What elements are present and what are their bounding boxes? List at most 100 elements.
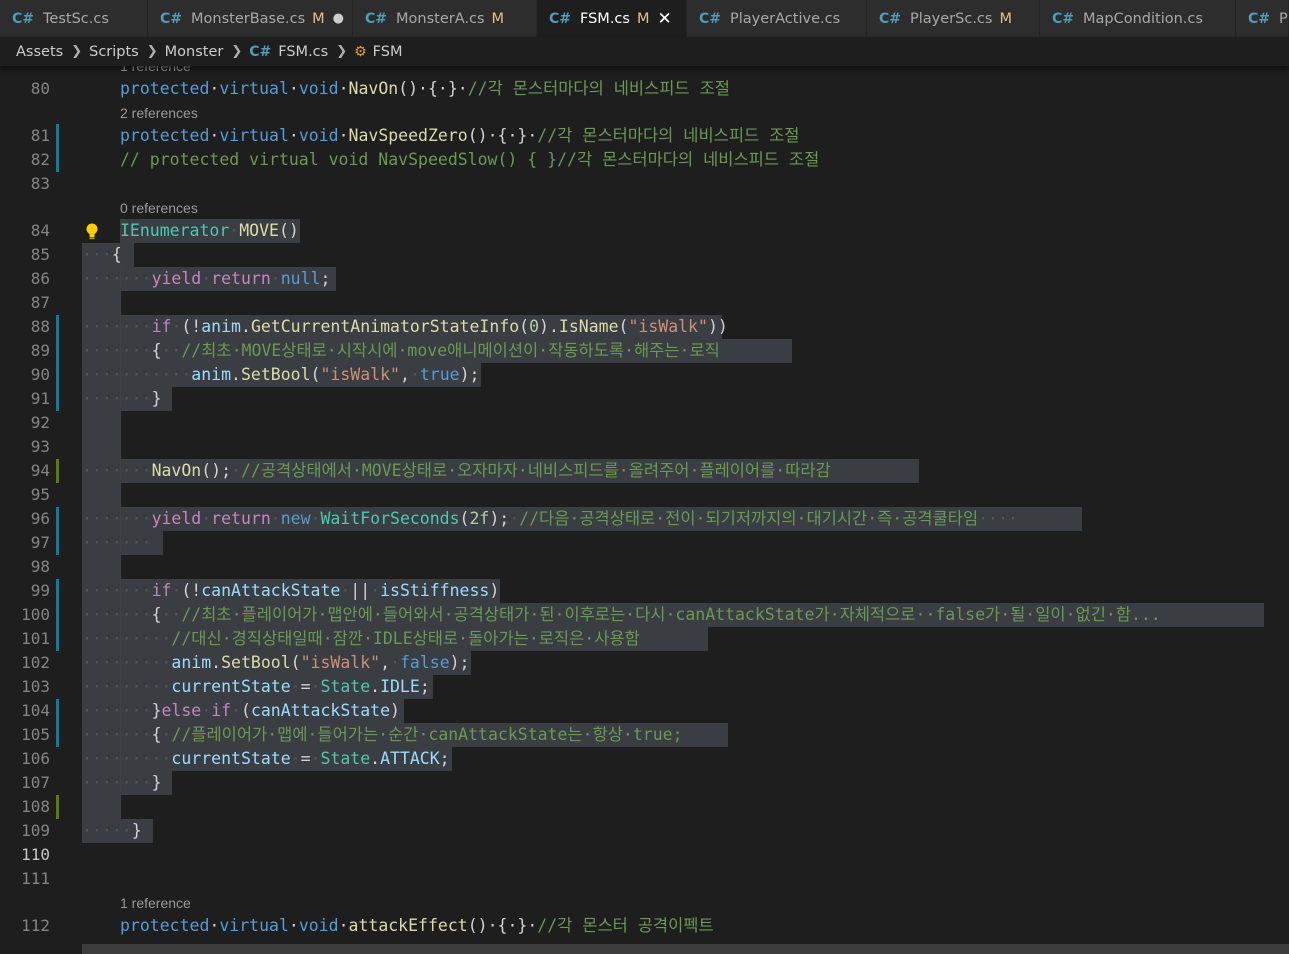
git-modified-indicator[interactable] (56, 363, 59, 387)
breadcrumb-monster[interactable]: Monster (165, 44, 224, 60)
code-line[interactable]: 108 (0, 795, 1289, 819)
csharp-file-icon: C# (1052, 10, 1075, 27)
git-added-indicator[interactable] (56, 795, 59, 819)
tab-label: P (1279, 10, 1288, 27)
code-line[interactable]: 95 (0, 483, 1289, 507)
close-icon[interactable]: ✕ (657, 9, 671, 29)
lightbulb-icon[interactable] (84, 222, 100, 240)
code-text: IEnumerator·MOVE() (120, 221, 299, 240)
code-line[interactable]: 88 ·······if·(!anim.GetCurrentAnimatorSta… (0, 315, 1289, 339)
code-line[interactable]: 93 (0, 435, 1289, 459)
code-text: ·········currentState·=·State.ATTACK; (82, 749, 450, 768)
code-line[interactable]: 104 ·······}else·if·(canAttackState) (0, 699, 1289, 723)
code-line[interactable]: 94 ·······NavOn();·//공격상태에서·MOVE상태로·오자마자·… (0, 459, 1289, 483)
tab-6[interactable]: C# MapCondition.cs (1040, 0, 1236, 37)
line-number: 109 (21, 821, 50, 840)
git-added-indicator[interactable] (56, 459, 59, 483)
git-modified-indicator[interactable] (56, 387, 59, 411)
code-lens-references[interactable]: 2 references (120, 105, 198, 121)
code-line[interactable]: 86 ·······yield·return·null; (0, 267, 1289, 291)
code-line[interactable]: 102 ·········anim.SetBool("isWalk",·false… (0, 651, 1289, 675)
code-line[interactable]: 110 (0, 843, 1289, 867)
tab-7[interactable]: C# P (1236, 0, 1289, 37)
code-text: ·······} (82, 389, 162, 408)
code-line[interactable]: 99 ·······if·(!canAttackState·||·isStiffn… (0, 579, 1289, 603)
git-modified-indicator[interactable] (56, 699, 59, 723)
chevron-right-icon: ❯ (336, 44, 348, 59)
line-number: 110 (21, 845, 50, 864)
tab-1[interactable]: C# MonsterBase.cs M ● (148, 0, 353, 37)
code-lens-references[interactable]: 0 references (120, 200, 198, 216)
line-number: 87 (30, 293, 50, 312)
line-number: 91 (30, 389, 50, 408)
code-line[interactable]: 87 (0, 291, 1289, 315)
line-number: 99 (30, 581, 50, 600)
tab-5[interactable]: C# PlayerSc.cs M (867, 0, 1040, 37)
tab-label: FSM.cs (580, 10, 630, 27)
code-lens-references[interactable]: 1 reference (120, 895, 191, 911)
code-text: ·······NavOn();·//공격상태에서·MOVE상태로·오자마자·네비… (82, 461, 831, 480)
code-line[interactable]: 81 protected·virtual·void·NavSpeedZero()·… (0, 124, 1289, 148)
code-editor[interactable]: 1 reference 80 protected·virtual·void·NavO… (0, 66, 1289, 954)
tab-2[interactable]: C# MonsterA.cs M (353, 0, 537, 37)
tab-4[interactable]: C# PlayerActive.cs (687, 0, 867, 37)
code-line[interactable]: 111 (0, 867, 1289, 891)
git-modified-indicator[interactable] (56, 507, 59, 531)
csharp-file-icon: C# (1248, 10, 1271, 27)
git-modified-indicator[interactable] (56, 339, 59, 363)
breadcrumb: Assets ❯ Scripts ❯ Monster ❯ C# FSM.cs ❯… (0, 37, 1289, 66)
tab-label: MapCondition.cs (1083, 10, 1203, 27)
code-line[interactable]: 82 // protected virtual void NavSpeedSlow… (0, 148, 1289, 172)
code-line[interactable]: 80 protected·virtual·void·NavOn()·{·}·//각… (0, 77, 1289, 101)
line-number: 82 (30, 150, 50, 169)
breadcrumb-assets[interactable]: Assets (16, 44, 63, 60)
tab-0[interactable]: C# TestSc.cs (0, 0, 148, 37)
git-modified-indicator[interactable] (56, 579, 59, 603)
code-line[interactable]: 90 ···········anim.SetBool("isWalk",·true… (0, 363, 1289, 387)
code-line[interactable]: 84 IEnumerator·MOVE() (0, 219, 1289, 243)
code-line[interactable]: 100 ·······{··//최초·플레이어가·맵안에·들어와서·공격상태가·된… (0, 603, 1289, 627)
code-line[interactable]: 89 ·······{··//최초·MOVE상태로·시작시에·move애니메이션이… (0, 339, 1289, 363)
tab-bar: C# TestSc.cs C# MonsterBase.cs M ● C# MonsterA.… (0, 0, 1289, 37)
git-modified-indicator[interactable] (56, 723, 59, 747)
git-modified-indicator[interactable] (56, 531, 59, 555)
code-line[interactable]: 105 ·······{·//플레이어가·맵에·들어가는·순간·canAttack… (0, 723, 1289, 747)
code-line[interactable]: 83 (0, 172, 1289, 196)
code-line[interactable]: 101 ·········//대신·경직상태일때·잠깐·IDLE상태로·돌아가는·… (0, 627, 1289, 651)
line-number: 107 (21, 773, 50, 792)
horizontal-scrollbar[interactable] (82, 944, 1289, 954)
git-modified-indicator[interactable] (56, 124, 59, 148)
code-line[interactable]: 92 (0, 411, 1289, 435)
line-number: 86 (30, 269, 50, 288)
git-modified-indicator[interactable] (56, 148, 59, 172)
line-number: 90 (30, 365, 50, 384)
modified-badge: M (636, 10, 650, 27)
line-number: 101 (21, 629, 50, 648)
git-modified-indicator[interactable] (56, 603, 59, 627)
breadcrumb-symbol[interactable]: FSM (373, 44, 403, 60)
git-modified-indicator[interactable] (56, 627, 59, 651)
code-line[interactable]: 98 (0, 555, 1289, 579)
code-line[interactable]: 91 ·······} (0, 387, 1289, 411)
code-line[interactable]: 109 ·····} (0, 819, 1289, 843)
code-line[interactable]: 107 ·······} (0, 771, 1289, 795)
breadcrumb-scripts[interactable]: Scripts (89, 44, 139, 60)
tab-label: MonsterBase.cs (191, 10, 306, 27)
breadcrumb-file[interactable]: FSM.cs (278, 44, 328, 60)
code-text: ···········anim.SetBool("isWalk",·true); (82, 365, 480, 384)
code-text: ·······} (82, 773, 162, 792)
line-number: 106 (21, 749, 50, 768)
unsaved-dot-icon[interactable]: ● (333, 11, 344, 26)
code-text: protected·virtual·void·NavOn()·{·}·//각 몬… (120, 79, 730, 98)
code-lens-references[interactable]: 1 reference (120, 66, 191, 74)
tab-3[interactable]: C# FSM.cs M ✕ (537, 0, 687, 37)
code-line[interactable]: 106 ·········currentState·=·State.ATTACK; (0, 747, 1289, 771)
code-line[interactable]: 112 protected·virtual·void·attackEffect()… (0, 914, 1289, 938)
code-line[interactable]: 85 ···{ (0, 243, 1289, 267)
code-line[interactable]: 96 ·······yield·return·new·WaitForSeconds… (0, 507, 1289, 531)
git-modified-indicator[interactable] (56, 315, 59, 339)
code-line[interactable]: 103 ·········currentState·=·State.IDLE; (0, 675, 1289, 699)
csharp-file-icon: C# (879, 10, 902, 27)
code-text: protected·virtual·void·NavSpeedZero()·{·… (120, 126, 800, 145)
code-line[interactable]: 97 ······· (0, 531, 1289, 555)
